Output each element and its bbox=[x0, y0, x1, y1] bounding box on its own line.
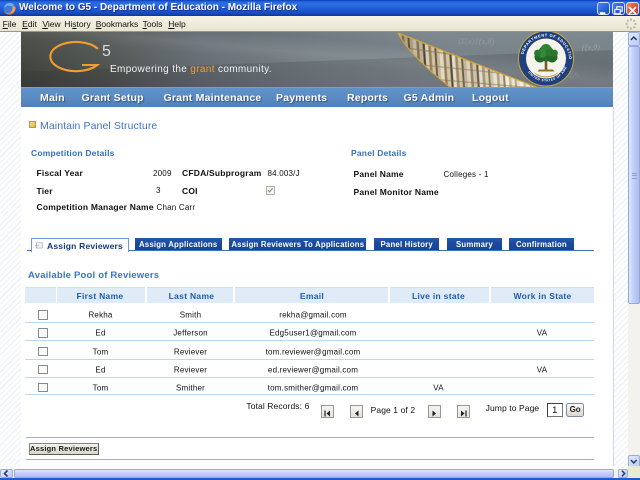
svg-text:ƒ(x,θ): ƒ(x,θ) bbox=[581, 43, 600, 52]
svg-text:∫T(x)ƒ(x,θ): ∫T(x)ƒ(x,θ) bbox=[457, 36, 495, 47]
svg-text:5: 5 bbox=[102, 43, 111, 60]
